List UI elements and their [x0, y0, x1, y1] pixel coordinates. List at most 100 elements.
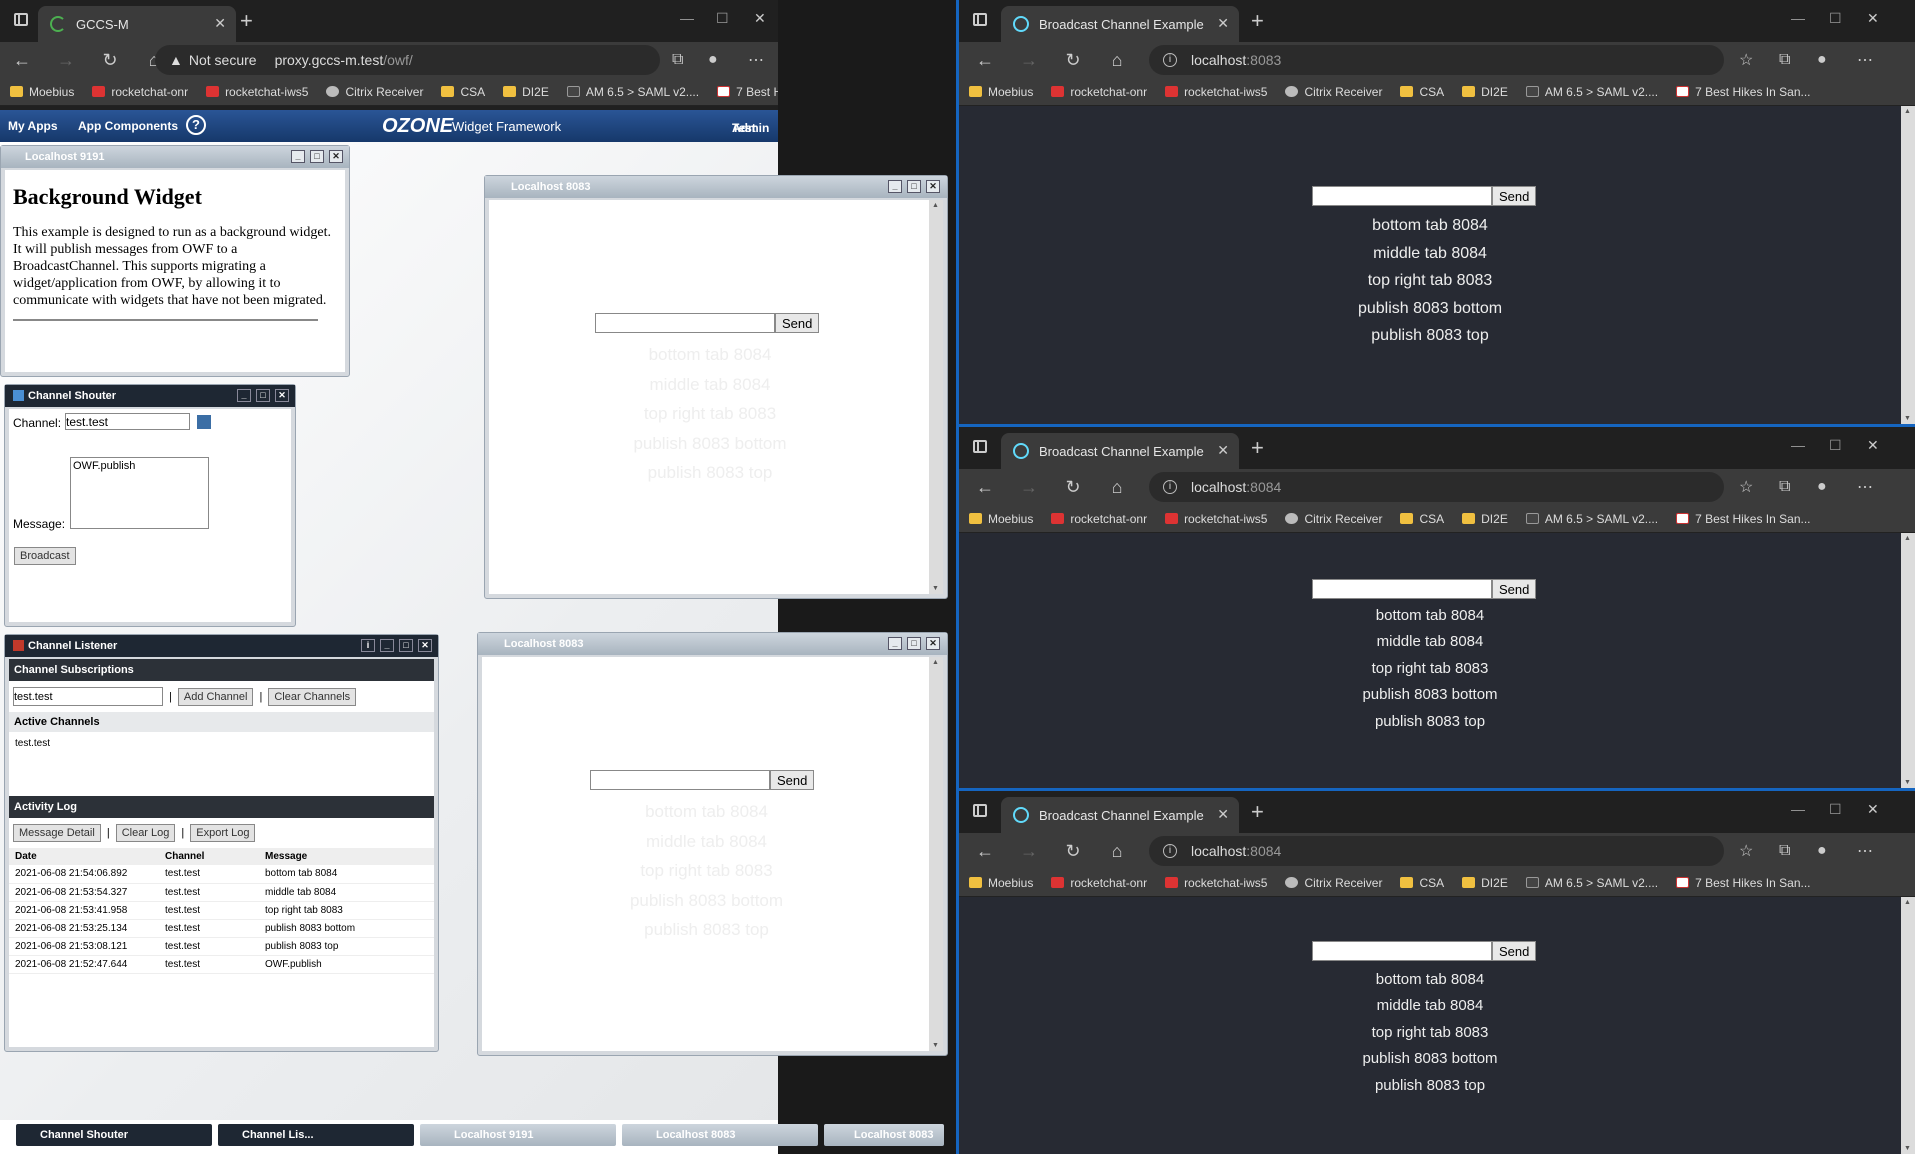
message-input[interactable]: [595, 313, 775, 333]
tab-actions-icon[interactable]: [973, 804, 987, 817]
home-icon[interactable]: ⌂: [1095, 841, 1139, 862]
forward-icon[interactable]: →: [1007, 477, 1051, 498]
bookmark[interactable]: Moebius: [969, 876, 1033, 890]
send-button[interactable]: Send: [1492, 941, 1537, 961]
message-input[interactable]: [1312, 579, 1492, 599]
minimize-icon[interactable]: _: [888, 637, 902, 650]
app-components-button[interactable]: App Components: [78, 119, 178, 133]
bookmark[interactable]: rocketchat-onr: [92, 85, 188, 99]
collections-icon[interactable]: ⧉: [1779, 842, 1790, 860]
profile-icon[interactable]: ●: [1817, 51, 1827, 69]
taskbar-channel-shouter[interactable]: Channel Shouter: [16, 1124, 212, 1146]
bookmark[interactable]: DI2E: [1462, 85, 1508, 99]
close-tab-icon[interactable]: ✕: [214, 15, 226, 32]
bookmark[interactable]: rocketchat-onr: [1051, 876, 1147, 890]
tab-broadcast[interactable]: Broadcast Channel Example ✕: [1001, 6, 1239, 42]
minimize-icon[interactable]: _: [888, 180, 902, 193]
minimize-icon[interactable]: —: [1791, 801, 1805, 817]
clear-channels-button[interactable]: Clear Channels: [268, 687, 357, 706]
back-icon[interactable]: ←: [963, 477, 1007, 498]
bookmark[interactable]: rocketchat-iws5: [1165, 85, 1267, 99]
close-window-icon[interactable]: ✕: [1867, 10, 1879, 27]
channel-input[interactable]: [65, 413, 190, 430]
bookmark[interactable]: rocketchat-iws5: [1165, 512, 1267, 526]
maximize-icon[interactable]: ☐: [1829, 801, 1842, 818]
send-button[interactable]: Send: [775, 313, 820, 333]
scrollbar[interactable]: [929, 200, 943, 594]
add-channel-button[interactable]: Add Channel: [177, 687, 254, 706]
bookmark[interactable]: rocketchat-onr: [1051, 512, 1147, 526]
maximize-icon[interactable]: ☐: [1829, 437, 1842, 454]
table-row[interactable]: 2021-06-08 21:53:54.327 test.test middle t…: [9, 883, 434, 902]
maximize-icon[interactable]: □: [310, 150, 324, 163]
bookmark[interactable]: rocketchat-iws5: [206, 85, 308, 99]
new-tab-icon[interactable]: +: [1251, 8, 1264, 34]
tab-actions-icon[interactable]: [973, 13, 987, 26]
refresh-icon[interactable]: ↻: [1051, 50, 1095, 71]
maximize-icon[interactable]: □: [256, 389, 270, 402]
address-bar[interactable]: ▲ Not secure proxy.gccs-m.test/owf/: [155, 45, 660, 75]
close-window-icon[interactable]: ✕: [1867, 801, 1879, 818]
minimize-icon[interactable]: —: [680, 10, 694, 26]
table-row[interactable]: 2021-06-08 21:52:47.644 test.test OWF.publ…: [9, 955, 434, 974]
bookmark[interactable]: Moebius: [969, 85, 1033, 99]
tab-actions-icon[interactable]: [14, 13, 28, 26]
close-icon[interactable]: ✕: [926, 637, 940, 650]
more-icon[interactable]: ⋯: [1857, 841, 1873, 861]
address-bar[interactable]: i localhost:8083: [1149, 45, 1724, 75]
broadcast-button[interactable]: Broadcast: [14, 547, 76, 565]
new-tab-icon[interactable]: +: [1251, 799, 1264, 825]
minimize-icon[interactable]: _: [291, 150, 305, 163]
profile-icon[interactable]: ●: [1817, 478, 1827, 496]
taskbar-localhost-8083-b[interactable]: Localhost 8083: [824, 1124, 944, 1146]
help-icon[interactable]: ?: [186, 115, 206, 135]
table-row[interactable]: 2021-06-08 21:53:08.121 test.test publish …: [9, 937, 434, 956]
table-row[interactable]: 2021-06-08 21:54:06.892 test.test bottom t…: [9, 865, 434, 884]
bookmark[interactable]: Moebius: [969, 512, 1033, 526]
minimize-icon[interactable]: _: [237, 389, 251, 402]
back-icon[interactable]: ←: [963, 841, 1007, 862]
bookmark[interactable]: CSA: [1400, 85, 1444, 99]
bookmark[interactable]: DI2E: [1462, 512, 1508, 526]
tab-broadcast[interactable]: Broadcast Channel Example ✕: [1001, 433, 1239, 469]
more-icon[interactable]: ⋯: [1857, 477, 1873, 497]
col-message[interactable]: Message: [259, 848, 434, 865]
refresh-icon[interactable]: ↻: [1051, 477, 1095, 498]
table-row[interactable]: 2021-06-08 21:53:25.134 test.test publish …: [9, 919, 434, 938]
minimize-icon[interactable]: —: [1791, 10, 1805, 26]
home-icon[interactable]: ⌂: [1095, 477, 1139, 498]
collections-icon[interactable]: ⧉: [1779, 478, 1790, 496]
col-date[interactable]: Date: [9, 848, 159, 865]
table-row[interactable]: 2021-06-08 21:53:41.958 test.test top righ…: [9, 901, 434, 920]
bookmark[interactable]: Citrix Receiver: [1285, 85, 1382, 99]
scrollbar[interactable]: [929, 657, 943, 1051]
minimize-icon[interactable]: _: [380, 639, 394, 652]
address-bar[interactable]: i localhost:8084: [1149, 836, 1724, 866]
favorites-icon[interactable]: ☆: [1739, 841, 1753, 861]
refresh-icon[interactable]: ↻: [1051, 841, 1095, 862]
bookmark[interactable]: rocketchat-onr: [1051, 85, 1147, 99]
close-tab-icon[interactable]: ✕: [1217, 806, 1229, 823]
back-icon[interactable]: ←: [963, 50, 1007, 71]
new-tab-icon[interactable]: +: [240, 8, 253, 34]
active-channel-item[interactable]: test.test: [9, 732, 434, 796]
maximize-icon[interactable]: ☐: [1829, 10, 1842, 27]
message-input[interactable]: [1312, 186, 1492, 206]
forward-icon[interactable]: →: [1007, 841, 1051, 862]
bookmark[interactable]: Citrix Receiver: [1285, 512, 1382, 526]
maximize-icon[interactable]: □: [399, 639, 413, 652]
export-log-button[interactable]: Export Log: [190, 824, 256, 842]
close-tab-icon[interactable]: ✕: [1217, 442, 1229, 459]
more-icon[interactable]: ⋯: [748, 50, 764, 70]
taskbar-channel-listener[interactable]: Channel Lis...: [218, 1124, 414, 1146]
clear-log-button[interactable]: Clear Log: [115, 824, 176, 842]
forward-icon[interactable]: →: [44, 50, 88, 71]
my-apps-button[interactable]: My Apps: [8, 119, 58, 133]
home-icon[interactable]: ⌂: [1095, 50, 1139, 71]
profile-icon[interactable]: ●: [1817, 842, 1827, 860]
more-icon[interactable]: ⋯: [1857, 50, 1873, 70]
bookmark[interactable]: AM 6.5 > SAML v2....: [1525, 512, 1658, 526]
close-tab-icon[interactable]: ✕: [1217, 15, 1229, 32]
favorites-icon[interactable]: ☆: [1739, 477, 1753, 497]
close-icon[interactable]: ✕: [418, 639, 432, 652]
